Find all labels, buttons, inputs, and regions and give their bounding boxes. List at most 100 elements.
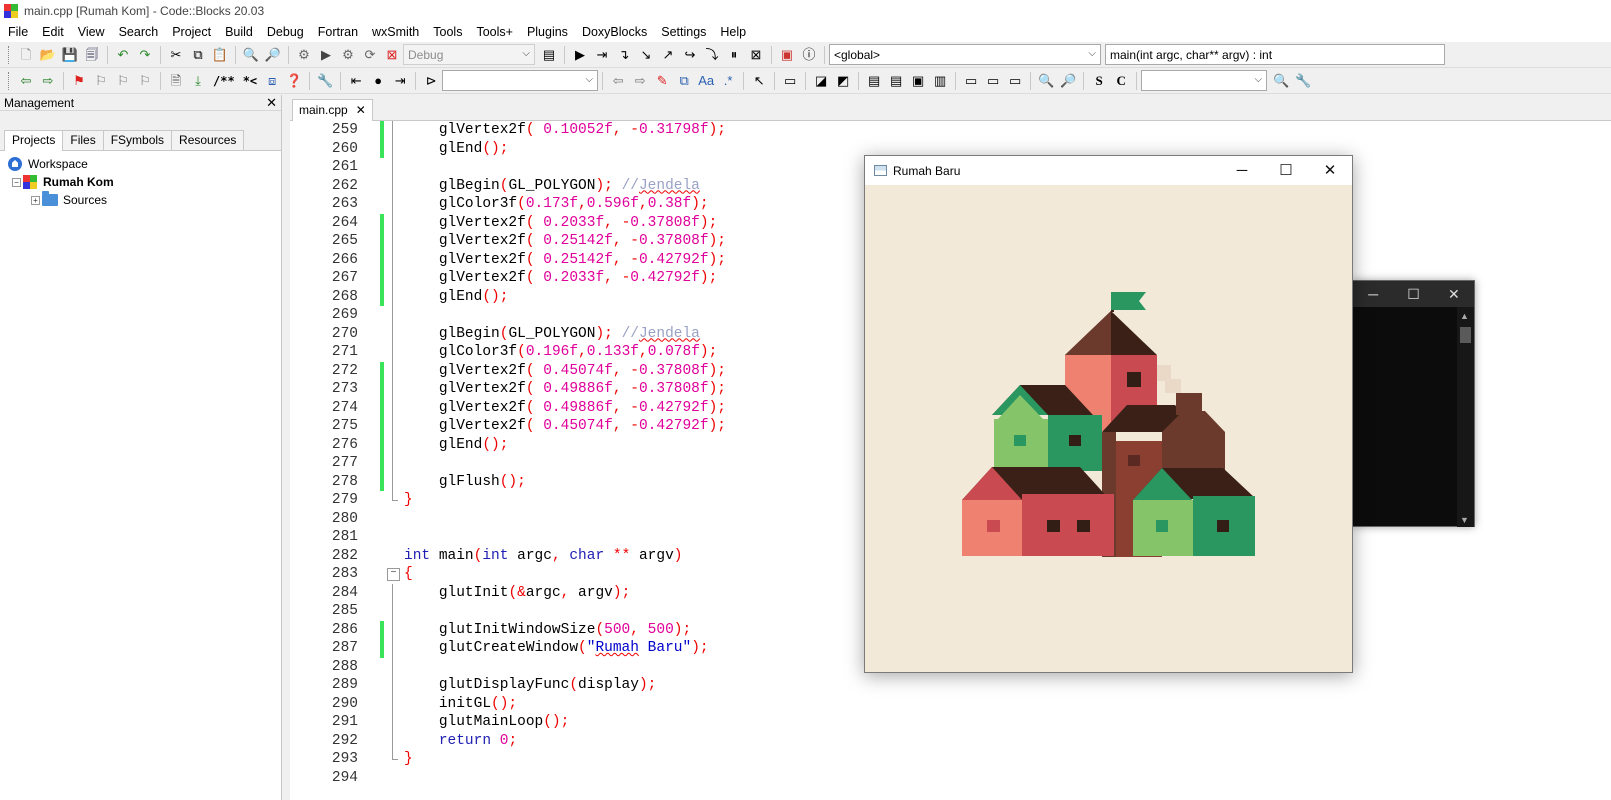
bookmark-prev-icon[interactable]: ⚐ (91, 71, 111, 91)
symbol-search-icon[interactable]: 🔍 (1271, 71, 1291, 91)
doxy-chm-icon[interactable]: ❓ (284, 71, 304, 91)
abort-icon[interactable]: ⊠ (382, 45, 402, 65)
insert-doxy-line-button[interactable]: *< (239, 74, 261, 88)
regex-icon[interactable]: .* (718, 71, 738, 91)
wrench-icon[interactable]: 🔧 (315, 71, 335, 91)
code-line[interactable]: 259 glVertex2f( 0.10052f, -0.31798f); (290, 121, 1611, 140)
scroll-thumb[interactable] (1460, 327, 1471, 343)
wx-panel-icon[interactable]: ◩ (833, 71, 853, 91)
tab-projects[interactable]: Projects (4, 130, 64, 151)
symbol-s-icon[interactable]: S (1089, 71, 1109, 91)
jump-forward-icon[interactable]: ⇨ (38, 71, 58, 91)
stop-debug-icon[interactable]: ⊠ (746, 45, 766, 65)
bookmark-clear-icon[interactable]: ⚐ (135, 71, 155, 91)
code-line[interactable]: 294 (290, 768, 1611, 787)
console-window[interactable]: ─ ☐ ✕ ▲ ▼ (1352, 280, 1475, 527)
maximize-icon[interactable]: ☐ (1264, 156, 1308, 185)
menu-fortran[interactable]: Fortran (312, 25, 366, 39)
menu-doxyblocks[interactable]: DoxyBlocks (576, 25, 655, 39)
code-line[interactable]: 292 return 0; (290, 731, 1611, 750)
wx-sizer-1-icon[interactable]: ▤ (864, 71, 884, 91)
step-out-icon[interactable]: ↗ (658, 45, 678, 65)
copy-icon[interactable]: ⧉ (188, 45, 208, 65)
save-all-icon[interactable]: 🗐 (82, 45, 102, 65)
symbol-c-icon[interactable]: C (1111, 71, 1131, 91)
wx-button-2-icon[interactable]: ▭ (983, 71, 1003, 91)
menu-debug[interactable]: Debug (261, 25, 312, 39)
close-icon[interactable]: ✕ (1308, 156, 1352, 185)
extract-docs-icon[interactable]: ⤓ (188, 71, 208, 91)
chevron-down-icon[interactable]: ▼ (1460, 515, 1469, 525)
fold-prev-icon[interactable]: ⇤ (346, 71, 366, 91)
code-line[interactable]: 291 glutMainLoop(); (290, 713, 1611, 732)
highlight-icon[interactable]: ✎ (652, 71, 672, 91)
panel-splitter[interactable] (282, 95, 290, 800)
tree-sources[interactable]: + Sources (0, 191, 281, 209)
save-icon[interactable]: 💾 (60, 45, 80, 65)
wx-dialog-icon[interactable]: ◪ (811, 71, 831, 91)
menu-help[interactable]: Help (714, 25, 754, 39)
close-icon[interactable]: ✕ (1434, 286, 1474, 303)
fold-toggle-icon[interactable]: ● (368, 71, 388, 91)
opengl-window[interactable]: Rumah Baru ─ ☐ ✕ (864, 155, 1353, 673)
open-file-icon[interactable]: 📂 (38, 45, 58, 65)
run-icon[interactable]: ▶ (316, 45, 336, 65)
debug-info-icon[interactable]: ⓘ (799, 45, 819, 65)
pause-icon[interactable]: ⏸ (724, 45, 744, 65)
menu-settings[interactable]: Settings (655, 25, 714, 39)
search-next-icon[interactable]: ⇨ (630, 71, 650, 91)
build-run-icon[interactable]: ⚙ (338, 45, 358, 65)
bookmark-toggle-icon[interactable]: ⚑ (69, 71, 89, 91)
expand-icon[interactable]: + (31, 195, 40, 205)
tab-resources[interactable]: Resources (171, 130, 245, 150)
tab-fsymbols[interactable]: FSymbols (102, 130, 173, 150)
undo-icon[interactable]: ↶ (113, 45, 133, 65)
menu-view[interactable]: View (72, 25, 113, 39)
code-line[interactable]: 293} (290, 750, 1611, 769)
wx-sizer-3-icon[interactable]: ▣ (908, 71, 928, 91)
console-scrollbar[interactable]: ▲ ▼ (1457, 307, 1474, 527)
menu-file[interactable]: File (2, 25, 36, 39)
step-instruction-icon[interactable]: ⤵ (702, 45, 722, 65)
zoom-in-icon[interactable]: 🔍 (1036, 71, 1056, 91)
close-icon[interactable]: ✕ (266, 95, 277, 111)
next-instruction-icon[interactable]: ↪ (680, 45, 700, 65)
scope-select[interactable]: <global> ⌵ (829, 44, 1101, 65)
code-line[interactable]: 290 initGL(); (290, 694, 1611, 713)
tab-main-cpp[interactable]: main.cpp ✕ (292, 99, 373, 121)
menu-search[interactable]: Search (113, 25, 167, 39)
cut-icon[interactable]: ✂ (166, 45, 186, 65)
minimize-icon[interactable]: ─ (1353, 286, 1393, 302)
symbol-tools-icon[interactable]: 🔧 (1293, 71, 1313, 91)
jump-back-icon[interactable]: ⇦ (16, 71, 36, 91)
wx-button-1-icon[interactable]: ▭ (961, 71, 981, 91)
new-file-icon[interactable]: 🗋 (16, 45, 36, 65)
zoom-out-icon[interactable]: 🔎 (1058, 71, 1078, 91)
search-prev-icon[interactable]: ⇦ (608, 71, 628, 91)
incremental-search-input[interactable]: ⌵ (442, 70, 599, 91)
menu-edit[interactable]: Edit (36, 25, 72, 39)
rebuild-icon[interactable]: ⟳ (360, 45, 380, 65)
doxy-html-icon[interactable]: ⧈ (262, 71, 282, 91)
fold-toggle-icon[interactable] (386, 565, 400, 584)
collapse-icon[interactable]: − (12, 177, 21, 187)
close-icon[interactable]: ✕ (356, 103, 366, 117)
next-line-icon[interactable]: ↴ (614, 45, 634, 65)
replace-icon[interactable]: 🔎 (263, 45, 283, 65)
code-line[interactable]: 289 glutDisplayFunc(display); (290, 676, 1611, 695)
chevron-up-icon[interactable]: ▲ (1460, 311, 1469, 321)
insert-doxy-block-button[interactable]: /** (209, 74, 239, 88)
build-gear-icon[interactable]: ⚙ (294, 45, 314, 65)
wx-frame-icon[interactable]: ▭ (780, 71, 800, 91)
incremental-search-icon[interactable]: ⊳ (421, 71, 441, 91)
doxywizard-icon[interactable]: 🗎 (166, 71, 186, 91)
menu-tools-plus[interactable]: Tools+ (470, 25, 520, 39)
run-to-cursor-icon[interactable]: ⇥ (592, 45, 612, 65)
tree-project[interactable]: − Rumah Kom (0, 173, 281, 191)
symbol-select[interactable]: ⌵ (1141, 70, 1268, 91)
debug-windows-icon[interactable]: ▣ (777, 45, 797, 65)
build-target-select[interactable]: Debug ⌵ (403, 44, 535, 65)
fold-next-icon[interactable]: ⇥ (390, 71, 410, 91)
redo-icon[interactable]: ↷ (135, 45, 155, 65)
wx-sizer-4-icon[interactable]: ▥ (930, 71, 950, 91)
